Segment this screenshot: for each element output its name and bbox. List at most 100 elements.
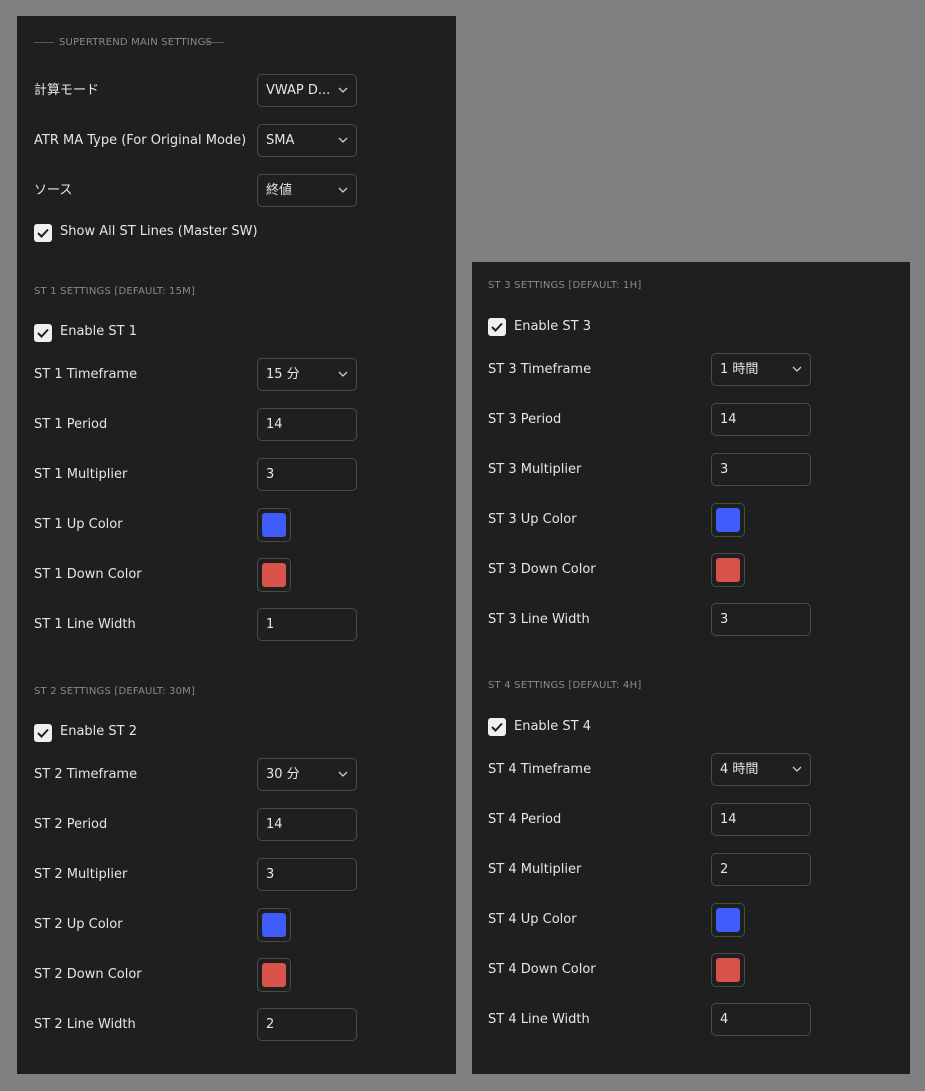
st2-period-input[interactable]: 14 — [257, 808, 357, 841]
calc-mode-label: 計算モード — [34, 83, 100, 98]
st2-timeframe-label: ST 2 Timeframe — [34, 767, 138, 782]
st1-multiplier-label: ST 1 Multiplier — [34, 467, 128, 482]
st1-up-color-label: ST 1 Up Color — [34, 517, 123, 532]
st4-timeframe-label: ST 4 Timeframe — [488, 762, 592, 777]
color-fill — [262, 913, 286, 937]
st3-period-label: ST 3 Period — [488, 412, 562, 427]
st1-timeframe-value: 15 分 — [266, 367, 300, 382]
st4-up-color-label: ST 4 Up Color — [488, 912, 577, 927]
st1-timeframe-label: ST 1 Timeframe — [34, 367, 138, 382]
show-all-label: Show All ST Lines (Master SW) — [60, 224, 258, 239]
st1-up-color-swatch[interactable] — [257, 508, 291, 542]
checkmark-icon — [37, 328, 49, 338]
settings-panel-right: ST 3 SETTINGS [DEFAULT: 1H] Enable ST 3 … — [472, 262, 910, 1074]
st1-timeframe-select[interactable]: 15 分 — [257, 358, 357, 391]
st2-timeframe-value: 30 分 — [266, 767, 300, 782]
st2-down-color-swatch[interactable] — [257, 958, 291, 992]
st1-line-width-input[interactable]: 1 — [257, 608, 357, 641]
st2-line-width-label: ST 2 Line Width — [34, 1017, 136, 1032]
chevron-down-icon — [338, 371, 348, 377]
st3-timeframe-select[interactable]: 1 時間 — [711, 353, 811, 386]
st4-down-color-swatch[interactable] — [711, 953, 745, 987]
st1-down-color-swatch[interactable] — [257, 558, 291, 592]
section-title-main: SUPERTREND MAIN SETTINGS — [59, 37, 213, 48]
st4-multiplier-label: ST 4 Multiplier — [488, 862, 582, 877]
source-label: ソース — [34, 183, 73, 198]
st2-multiplier-label: ST 2 Multiplier — [34, 867, 128, 882]
st2-period-label: ST 2 Period — [34, 817, 108, 832]
st1-line-width-label: ST 1 Line Width — [34, 617, 136, 632]
settings-panel-left: SUPERTREND MAIN SETTINGS 計算モード VWAP D...… — [17, 16, 456, 1074]
st2-multiplier-input[interactable]: 3 — [257, 858, 357, 891]
enable-st4-label: Enable ST 4 — [514, 719, 592, 734]
chevron-down-icon — [338, 771, 348, 777]
chevron-down-icon — [338, 137, 348, 143]
chevron-down-icon — [338, 87, 348, 93]
atr-ma-type-select[interactable]: SMA — [257, 124, 357, 157]
st3-period-input[interactable]: 14 — [711, 403, 811, 436]
st3-multiplier-label: ST 3 Multiplier — [488, 462, 582, 477]
st4-line-width-label: ST 4 Line Width — [488, 1012, 590, 1027]
st4-period-input[interactable]: 14 — [711, 803, 811, 836]
checkmark-icon — [37, 228, 49, 238]
calc-mode-value: VWAP D... — [266, 83, 331, 98]
enable-st2-label: Enable ST 2 — [60, 724, 138, 739]
calc-mode-select[interactable]: VWAP D... — [257, 74, 357, 107]
st2-up-color-label: ST 2 Up Color — [34, 917, 123, 932]
section-title-st1: ST 1 SETTINGS [DEFAULT: 15M] — [34, 286, 196, 297]
atr-ma-type-value: SMA — [266, 133, 295, 148]
st3-line-width-label: ST 3 Line Width — [488, 612, 590, 627]
section-divider — [34, 42, 54, 43]
st4-timeframe-value: 4 時間 — [720, 762, 759, 777]
st4-down-color-label: ST 4 Down Color — [488, 962, 596, 977]
checkmark-icon — [37, 728, 49, 738]
atr-ma-type-label: ATR MA Type (For Original Mode) — [34, 133, 247, 148]
st2-timeframe-select[interactable]: 30 分 — [257, 758, 357, 791]
st3-up-color-swatch[interactable] — [711, 503, 745, 537]
st4-multiplier-input[interactable]: 2 — [711, 853, 811, 886]
enable-st2-checkbox[interactable] — [34, 724, 52, 742]
st2-up-color-swatch[interactable] — [257, 908, 291, 942]
source-value: 終値 — [266, 183, 293, 198]
st2-line-width-input[interactable]: 2 — [257, 1008, 357, 1041]
st4-up-color-swatch[interactable] — [711, 903, 745, 937]
color-fill — [716, 558, 740, 582]
checkmark-icon — [491, 722, 503, 732]
color-fill — [716, 508, 740, 532]
checkmark-icon — [491, 322, 503, 332]
enable-st1-label: Enable ST 1 — [60, 324, 138, 339]
enable-st4-checkbox[interactable] — [488, 718, 506, 736]
st4-period-label: ST 4 Period — [488, 812, 562, 827]
st4-timeframe-select[interactable]: 4 時間 — [711, 753, 811, 786]
st2-down-color-label: ST 2 Down Color — [34, 967, 142, 982]
show-all-checkbox[interactable] — [34, 224, 52, 242]
section-title-st2: ST 2 SETTINGS [DEFAULT: 30M] — [34, 686, 196, 697]
st1-multiplier-input[interactable]: 3 — [257, 458, 357, 491]
st4-line-width-input[interactable]: 4 — [711, 1003, 811, 1036]
source-select[interactable]: 終値 — [257, 174, 357, 207]
chevron-down-icon — [792, 766, 802, 772]
st1-down-color-label: ST 1 Down Color — [34, 567, 142, 582]
chevron-down-icon — [792, 366, 802, 372]
st3-down-color-swatch[interactable] — [711, 553, 745, 587]
section-title-st3: ST 3 SETTINGS [DEFAULT: 1H] — [488, 280, 642, 291]
st3-up-color-label: ST 3 Up Color — [488, 512, 577, 527]
st3-down-color-label: ST 3 Down Color — [488, 562, 596, 577]
color-fill — [716, 908, 740, 932]
color-fill — [716, 958, 740, 982]
st3-multiplier-input[interactable]: 3 — [711, 453, 811, 486]
color-fill — [262, 513, 286, 537]
st3-timeframe-value: 1 時間 — [720, 362, 759, 377]
enable-st1-checkbox[interactable] — [34, 324, 52, 342]
enable-st3-checkbox[interactable] — [488, 318, 506, 336]
enable-st3-label: Enable ST 3 — [514, 319, 592, 334]
st3-timeframe-label: ST 3 Timeframe — [488, 362, 592, 377]
section-title-st4: ST 4 SETTINGS [DEFAULT: 4H] — [488, 680, 642, 691]
st3-line-width-input[interactable]: 3 — [711, 603, 811, 636]
st1-period-input[interactable]: 14 — [257, 408, 357, 441]
chevron-down-icon — [338, 187, 348, 193]
section-divider — [204, 42, 224, 43]
st1-period-label: ST 1 Period — [34, 417, 108, 432]
color-fill — [262, 963, 286, 987]
color-fill — [262, 563, 286, 587]
